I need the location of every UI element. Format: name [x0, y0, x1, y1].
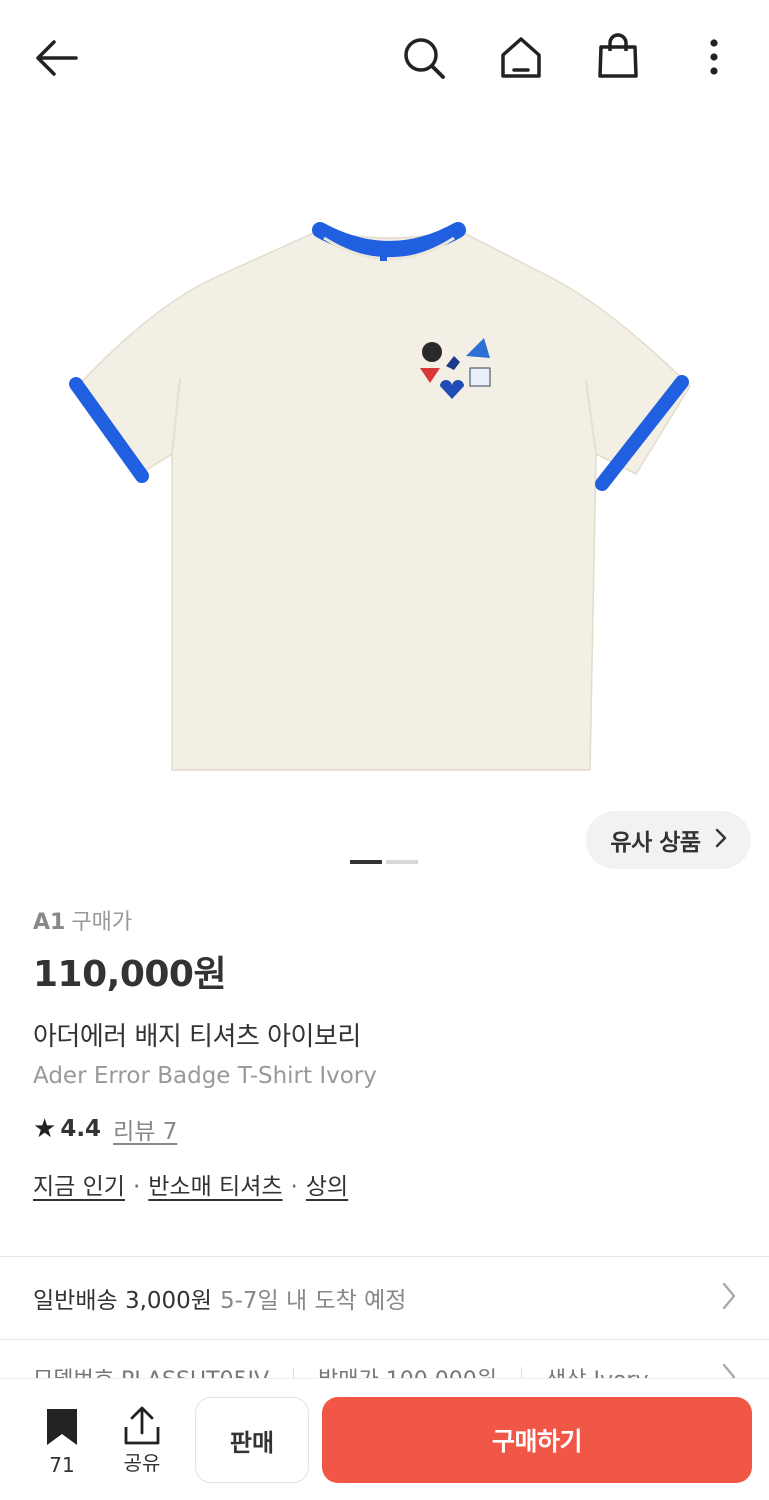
similar-products-label: 유사 상품 [610, 830, 701, 856]
bookmark-count: 71 [49, 1453, 75, 1477]
product-name-ko: 아더에러 배지 티셔츠 아이보리 [33, 1022, 361, 1052]
product-price: 110,000원 [33, 954, 227, 995]
category-link-popular[interactable]: 지금 인기 [33, 1174, 125, 1200]
product-meta-row[interactable]: 모델번호 PLASSUT05IV 발매가 100,000원 색상 Ivory [0, 1340, 769, 1380]
shipping-label: 일반배송 3,000원 [33, 1288, 212, 1314]
shopping-bag-icon[interactable] [594, 32, 642, 82]
product-name-en: Ader Error Badge T-Shirt Ivory [33, 1063, 377, 1089]
search-icon[interactable] [400, 34, 448, 82]
page-indicator-inactive [386, 860, 418, 864]
review-link[interactable]: 리뷰 7 [113, 1112, 177, 1146]
category-link-short-sleeve[interactable]: 반소매 티셔츠 [148, 1174, 282, 1200]
share-button[interactable]: 공유 [118, 1405, 166, 1475]
sell-button[interactable]: 판매 [195, 1397, 309, 1483]
share-label: 공유 [123, 1451, 161, 1475]
bottom-action-bar: 71 공유 판매 구매하기 [0, 1378, 769, 1500]
gallery-page-indicator [350, 860, 418, 864]
star-icon: ★ [33, 1114, 57, 1144]
buy-button[interactable]: 구매하기 [322, 1397, 752, 1483]
category-link-tops[interactable]: 상의 [306, 1174, 348, 1200]
product-image [69, 222, 691, 771]
price-grade: A1 [33, 910, 66, 935]
similar-products-button[interactable]: 유사 상품 [586, 811, 751, 869]
product-info: A1 구매가 110,000원 아더에러 배지 티셔츠 아이보리 Ader Err… [33, 905, 733, 1205]
chevron-right-icon [721, 1281, 737, 1317]
rating-score: 4.4 [60, 1116, 102, 1142]
share-icon [124, 1406, 160, 1445]
top-app-bar [0, 0, 769, 118]
arrow-left-icon[interactable] [30, 36, 80, 80]
more-vertical-icon[interactable] [696, 34, 732, 82]
bookmark-icon [47, 1409, 77, 1445]
price-label-row: A1 구매가 [33, 905, 733, 941]
price-label: 구매가 [71, 910, 133, 935]
home-icon[interactable] [497, 34, 545, 82]
shipping-eta: 5-7일 내 도착 예정 [219, 1288, 407, 1314]
product-image-gallery[interactable] [0, 118, 769, 818]
rating-row: ★ 4.4 리뷰 7 [33, 1111, 733, 1147]
category-separator: · [290, 1174, 298, 1200]
category-separator: · [132, 1174, 141, 1200]
bookmark-button[interactable]: 71 [40, 1407, 84, 1477]
category-breadcrumb: 지금 인기 · 반소매 티셔츠 · 상의 [33, 1169, 733, 1205]
shipping-row[interactable]: 일반배송 3,000원 5-7일 내 도착 예정 [0, 1257, 769, 1339]
page-indicator-active [350, 860, 382, 864]
chevron-right-icon [715, 826, 727, 854]
